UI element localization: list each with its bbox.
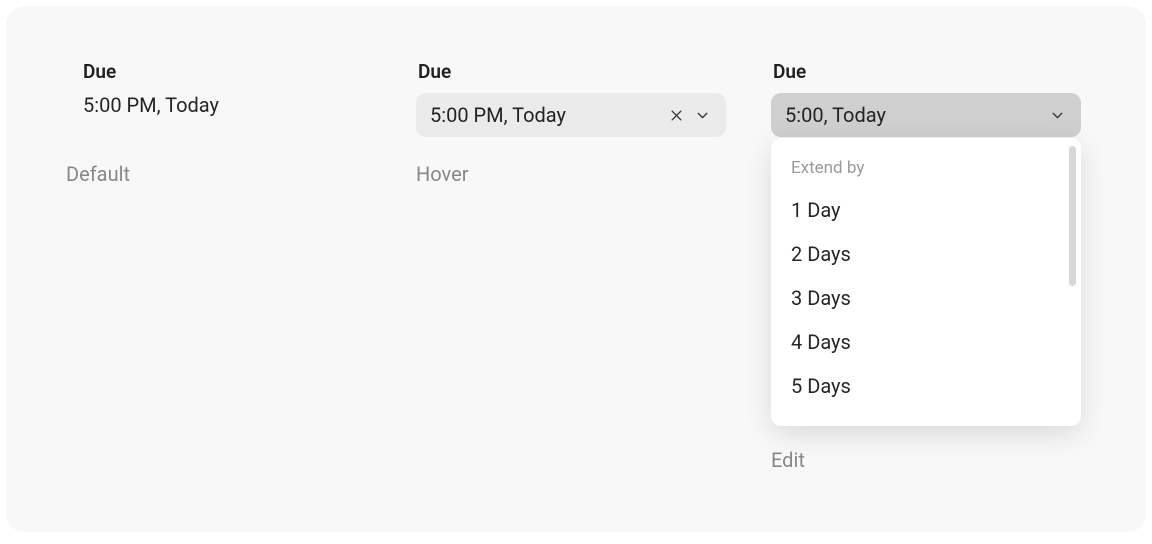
extend-option[interactable]: 4 Days bbox=[771, 320, 1081, 364]
due-label: Due bbox=[771, 60, 1081, 83]
state-caption-default: Default bbox=[66, 162, 130, 186]
due-label: Due bbox=[81, 60, 391, 83]
due-value[interactable]: 5:00 PM, Today bbox=[81, 93, 391, 117]
due-value: 5:00, Today bbox=[785, 103, 1047, 127]
due-pill-hover[interactable]: 5:00 PM, Today bbox=[416, 93, 726, 137]
due-value: 5:00 PM, Today bbox=[430, 103, 666, 127]
extend-option[interactable]: 2 Days bbox=[771, 232, 1081, 276]
due-pill-open[interactable]: 5:00, Today bbox=[771, 93, 1081, 137]
state-caption-hover: Hover bbox=[416, 162, 468, 186]
chevron-down-icon[interactable] bbox=[692, 105, 712, 125]
chevron-down-icon[interactable] bbox=[1047, 105, 1067, 125]
extend-menu: Extend by 1 Day 2 Days 3 Days 4 Days 5 D… bbox=[771, 138, 1081, 426]
state-caption-edit: Edit bbox=[771, 448, 805, 472]
menu-scrollbar[interactable] bbox=[1069, 146, 1076, 286]
state-default: Due 5:00 PM, Today bbox=[81, 60, 391, 117]
extend-option[interactable]: 3 Days bbox=[771, 276, 1081, 320]
state-edit: Due 5:00, Today Extend by 1 Day 2 Days 3… bbox=[771, 60, 1081, 137]
due-label: Due bbox=[416, 60, 726, 83]
states-canvas: Due 5:00 PM, Today Default Due 5:00 PM, … bbox=[6, 6, 1146, 532]
extend-option[interactable]: 1 Day bbox=[771, 188, 1081, 232]
clear-icon[interactable] bbox=[666, 105, 686, 125]
extend-option[interactable]: 5 Days bbox=[771, 364, 1081, 408]
extend-menu-heading: Extend by bbox=[771, 158, 1081, 188]
state-hover: Due 5:00 PM, Today bbox=[416, 60, 726, 137]
